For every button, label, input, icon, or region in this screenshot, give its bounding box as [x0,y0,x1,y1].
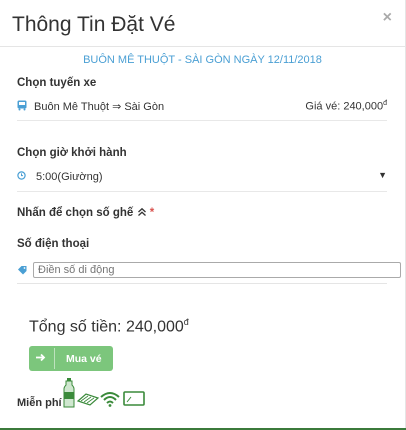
route-banner: BUÔN MÊ THUỘT - SÀI GÒN NGÀY 12/11/2018 [83,54,322,66]
phone-label: Số điện thoại [17,238,90,250]
towel-icon [76,392,100,411]
wifi-icon [100,391,120,412]
route-row[interactable]: Buôn Mê Thuột ⇒ Sài Gòn Giá vé: 240,000đ [17,92,387,121]
departure-time-value: 5:00(Giường) [36,171,103,183]
tv-icon [123,391,145,412]
buy-ticket-label: Mua vé [66,353,102,365]
close-icon[interactable]: × [383,9,392,27]
bus-icon [17,100,27,114]
header-divider [0,46,405,47]
price-currency: đ [383,100,387,107]
amenities-label: Miễn phí [17,397,62,409]
double-chevron-up-icon [137,207,150,219]
booking-modal: Thông Tin Đặt Vé × BUÔN MÊ THUỘT - SÀI G… [0,0,406,428]
arrow-right-icon [35,352,48,365]
departure-time-label: Chọn giờ khởi hành [17,147,127,159]
phone-divider [17,283,387,284]
route-value: Buôn Mê Thuột ⇒ Sài Gòn [34,101,165,113]
departure-time-select[interactable]: 5:00(Giường) ▼ [17,163,387,192]
modal-title: Thông Tin Đặt Vé [12,13,176,36]
chevron-down-icon: ▼ [378,170,387,180]
required-mark: * [149,207,155,219]
ticket-price: Giá vé: 240,000đ [305,100,387,113]
clock-icon [17,171,26,183]
seat-picker-toggle[interactable]: Nhấn để chọn số ghế * [17,207,154,219]
tag-icon [17,263,28,281]
total-currency: đ [183,317,189,327]
route-label: Chọn tuyến xe [17,77,97,89]
water-bottle-icon [63,378,75,413]
phone-input[interactable] [33,262,401,278]
total-amount: Tổng số tiền: 240,000đ [29,317,189,336]
buy-ticket-button[interactable]: Mua vé [29,346,113,371]
button-separator [54,348,55,369]
